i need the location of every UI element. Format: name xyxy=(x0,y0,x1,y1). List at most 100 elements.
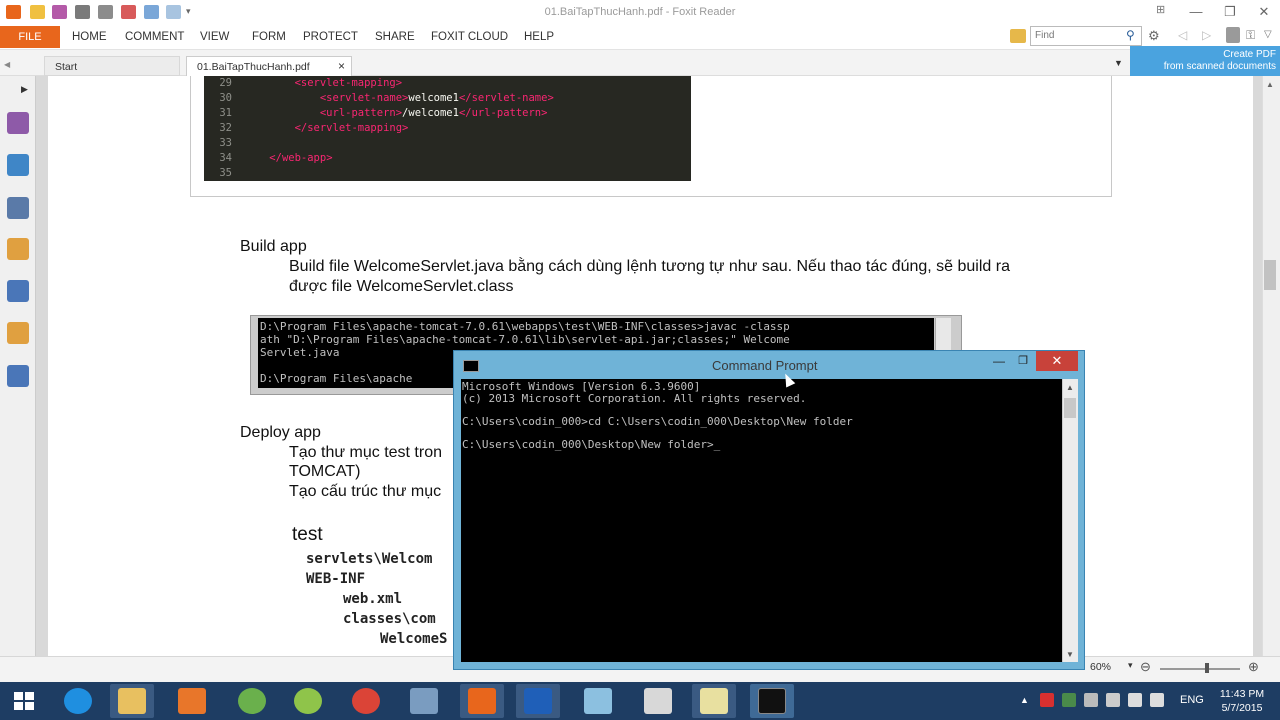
code-text: <servlet-name>welcome1</servlet-name> xyxy=(319,92,554,104)
user-icon[interactable] xyxy=(1226,27,1240,43)
cmd-minimize-button[interactable]: — xyxy=(988,354,1010,368)
cmd-close-button[interactable]: ✕ xyxy=(1036,351,1078,371)
cmd-scroll-down-icon[interactable]: ▼ xyxy=(1066,650,1074,659)
windows-logo-icon xyxy=(14,692,23,700)
pages-icon[interactable] xyxy=(7,112,29,134)
tree-item: servlets\Welcom xyxy=(306,551,433,567)
taskbar-3g[interactable] xyxy=(230,684,274,718)
tab-start[interactable]: Start xyxy=(44,56,180,76)
build-line1: Build file WelcomeServlet.java bằng cách… xyxy=(289,258,1010,275)
code-line: 34 </web-app> xyxy=(204,151,691,166)
cmd-app-icon[interactable] xyxy=(463,360,479,372)
tab-document[interactable]: 01.BaiTapThucHanh.pdf xyxy=(186,56,352,76)
layers-icon[interactable] xyxy=(7,154,29,176)
tree-item: WEB-INF xyxy=(306,571,366,587)
line-number: 33 xyxy=(219,137,232,149)
file-tab[interactable]: FILE xyxy=(0,26,60,48)
taskbar-cmd[interactable] xyxy=(750,684,794,718)
expand-ribbon-icon[interactable]: ▽ xyxy=(1264,29,1272,40)
close-button[interactable]: ✕ xyxy=(1251,2,1277,22)
windows-logo-icon xyxy=(25,702,34,710)
network-icon[interactable] xyxy=(1084,693,1098,707)
tab-home[interactable]: HOME xyxy=(72,31,107,43)
deploy-line1: Tạo thư mục test tron xyxy=(289,444,442,461)
internet-explorer-icon xyxy=(64,688,92,714)
build-line2: được file WelcomeServlet.class xyxy=(289,278,514,295)
tab-form[interactable]: FORM xyxy=(252,31,286,43)
minimize-button[interactable]: — xyxy=(1183,2,1209,22)
security-icon[interactable] xyxy=(7,322,29,344)
cmd-scrollbar-thumb[interactable] xyxy=(1064,398,1076,418)
show-hidden-icons-icon[interactable]: ▲ xyxy=(1020,695,1029,705)
taskbar-java[interactable] xyxy=(636,684,680,718)
line-number: 32 xyxy=(219,122,232,134)
vertical-scrollbar[interactable] xyxy=(1262,76,1280,656)
taskbar-notepad[interactable] xyxy=(576,684,620,718)
taskbar-explorer[interactable] xyxy=(110,684,154,718)
line-number: 35 xyxy=(219,167,232,179)
zoom-level[interactable]: 60% xyxy=(1090,661,1111,673)
forward-icon[interactable]: ▷ xyxy=(1202,28,1211,42)
back-icon[interactable]: ◁ xyxy=(1178,28,1187,42)
taskbar-chrome[interactable] xyxy=(344,684,388,718)
ribbon-options-icon[interactable]: ⊞ xyxy=(1156,3,1170,17)
create-pdf-promo[interactable]: Create PDF from scanned documents xyxy=(1130,46,1280,76)
tab-share[interactable]: SHARE xyxy=(375,31,415,43)
zoom-dropdown-icon[interactable]: ▾ xyxy=(1128,660,1133,671)
volume-icon[interactable] xyxy=(1150,693,1164,707)
tab-foxit-cloud[interactable]: FOXIT CLOUD xyxy=(431,31,508,43)
comments-icon[interactable] xyxy=(7,238,29,260)
flag-icon[interactable] xyxy=(1106,693,1120,707)
antivirus-icon[interactable] xyxy=(1040,693,1054,707)
restore-button[interactable]: ❐ xyxy=(1217,2,1243,22)
tray-app-icon[interactable] xyxy=(1062,693,1076,707)
wifi-icon[interactable] xyxy=(1128,693,1142,707)
expand-panel-icon[interactable]: ▶ xyxy=(21,84,28,95)
tab-view[interactable]: VIEW xyxy=(200,31,229,43)
deploy-heading: Deploy app xyxy=(240,424,321,441)
taskbar-ie[interactable] xyxy=(56,684,100,718)
browser-icon xyxy=(294,688,322,714)
tab-list-icon[interactable]: ▼ xyxy=(1114,58,1123,68)
zoom-slider-handle[interactable] xyxy=(1205,663,1209,673)
input-language[interactable]: ENG xyxy=(1180,694,1204,706)
media-player-icon xyxy=(178,688,206,714)
tab-comment[interactable]: COMMENT xyxy=(125,31,184,43)
start-button[interactable] xyxy=(2,684,46,718)
window-title: 01.BaiTapThucHanh.pdf - Foxit Reader xyxy=(544,6,736,18)
signature-icon[interactable] xyxy=(7,365,29,387)
bookmarks-icon[interactable] xyxy=(7,197,29,219)
cmd-maximize-button[interactable]: ❐ xyxy=(1012,354,1034,368)
tab-scroll-left-icon[interactable]: ◀ xyxy=(4,60,10,69)
attachments-icon[interactable] xyxy=(7,280,29,302)
zoom-out-icon[interactable]: ⊖ xyxy=(1140,659,1151,675)
tab-help[interactable]: HELP xyxy=(524,31,554,43)
taskbar-coccoc[interactable] xyxy=(286,684,330,718)
gear-icon[interactable]: ⚙ xyxy=(1148,28,1160,44)
taskbar-editor[interactable] xyxy=(692,684,736,718)
zoom-in-icon[interactable]: ⊕ xyxy=(1248,659,1259,675)
app-window-icon xyxy=(524,688,552,714)
code-text: </web-app> xyxy=(269,152,333,164)
cmd-console-output[interactable]: Microsoft Windows [Version 6.3.9600] (c)… xyxy=(461,379,1062,662)
find-options-icon[interactable] xyxy=(1010,29,1026,43)
system-clock[interactable]: 11:43 PM 5/7/2015 xyxy=(1212,687,1272,715)
close-tab-icon[interactable]: × xyxy=(338,59,345,73)
code-line: 30 <servlet-name>welcome1</servlet-name> xyxy=(204,91,691,106)
taskbar-media[interactable] xyxy=(170,684,214,718)
line-number: 30 xyxy=(219,92,232,104)
search-icon[interactable]: ⚲ xyxy=(1126,28,1135,42)
taskbar-app[interactable] xyxy=(516,684,560,718)
taskbar-foxit[interactable] xyxy=(460,684,504,718)
taskbar-computer[interactable] xyxy=(402,684,446,718)
lock-icon[interactable]: ⚿ xyxy=(1246,28,1255,43)
line-number: 29 xyxy=(219,77,232,89)
cmd-scroll-up-icon[interactable]: ▲ xyxy=(1066,383,1074,392)
scroll-up-icon[interactable]: ▲ xyxy=(1266,80,1274,89)
zoom-slider[interactable] xyxy=(1160,668,1240,670)
tab-protect[interactable]: PROTECT xyxy=(303,31,358,43)
scrollbar-thumb[interactable] xyxy=(1264,260,1276,290)
cmd-scrollbar[interactable] xyxy=(1062,379,1078,662)
file-explorer-icon xyxy=(118,688,146,714)
tree-item: web.xml xyxy=(343,591,403,607)
